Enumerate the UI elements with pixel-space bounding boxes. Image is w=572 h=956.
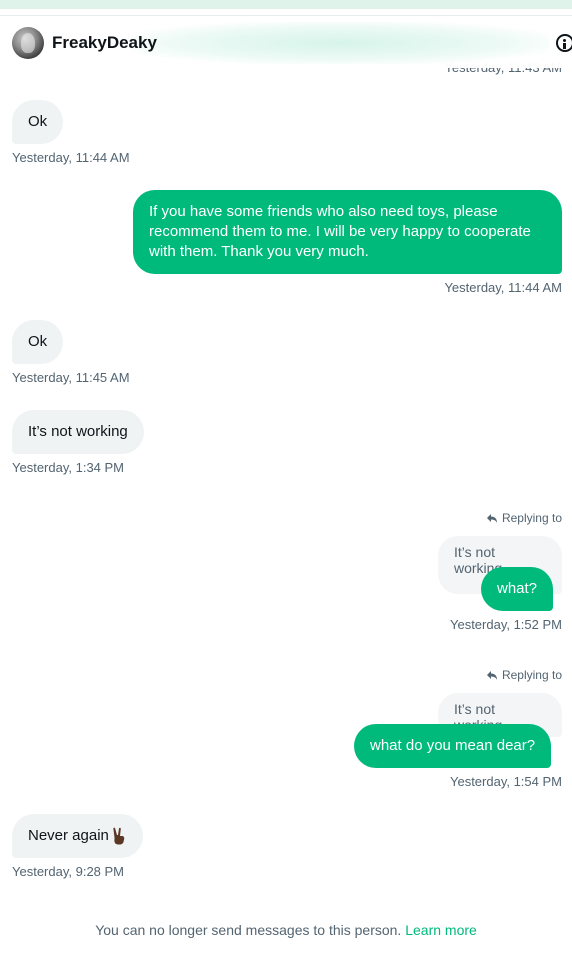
message-timestamp: Yesterday, 1:52 PM [449,617,562,632]
message-bubble-sent[interactable]: what? [481,567,554,611]
message-text: It’s not working [28,423,128,440]
footer-text: You can no longer send messages to this … [95,922,402,938]
replying-to-label: Replying to [486,668,562,682]
avatar[interactable] [12,27,44,59]
message-timestamp: Yesterday, 11:44 AM [12,150,130,165]
info-icon[interactable] [556,34,572,52]
replying-label-text: Replying to [501,511,562,525]
victory-hand-emoji-icon [113,827,125,845]
message-text: what do you mean dear? [370,737,536,754]
conversation-header: FreakyDeaky [0,16,572,68]
message-bubble-received[interactable]: It’s not working [12,410,144,454]
message-timestamp: Yesterday, 9:28 PM [12,864,125,879]
replying-label-text: Replying to [501,668,562,682]
top-strip [0,0,572,9]
reply-arrow-icon [486,514,497,523]
message-timestamp: Yesterday, 1:54 PM [449,774,562,789]
message-text: Never again [28,827,109,844]
message-bubble-sent[interactable]: If you have some friends who also need t… [133,190,562,274]
message-bubble-received[interactable]: Ok [12,100,64,144]
header-highlight [130,22,550,64]
message-timestamp: Yesterday, 11:45 AM [12,370,130,385]
reply-arrow-icon [486,671,497,680]
message-bubble-sent[interactable]: what do you mean dear? [354,724,552,768]
message-text: If you have some friends who also need t… [149,203,531,260]
message-timestamp: Yesterday, 1:34 PM [12,460,125,475]
message-bubble-received[interactable]: Ok [12,320,64,364]
conversation-footer-notice: You can no longer send messages to this … [0,922,572,938]
conversation-username[interactable]: FreakyDeaky [52,33,157,53]
replying-to-label: Replying to [486,511,562,525]
message-text: Ok [28,113,48,130]
learn-more-link[interactable]: Learn more [405,922,477,938]
message-text: Ok [28,333,48,350]
message-bubble-received[interactable]: Never again [12,814,143,858]
message-timestamp: Yesterday, 11:44 AM [444,280,562,295]
message-text: what? [497,580,538,597]
